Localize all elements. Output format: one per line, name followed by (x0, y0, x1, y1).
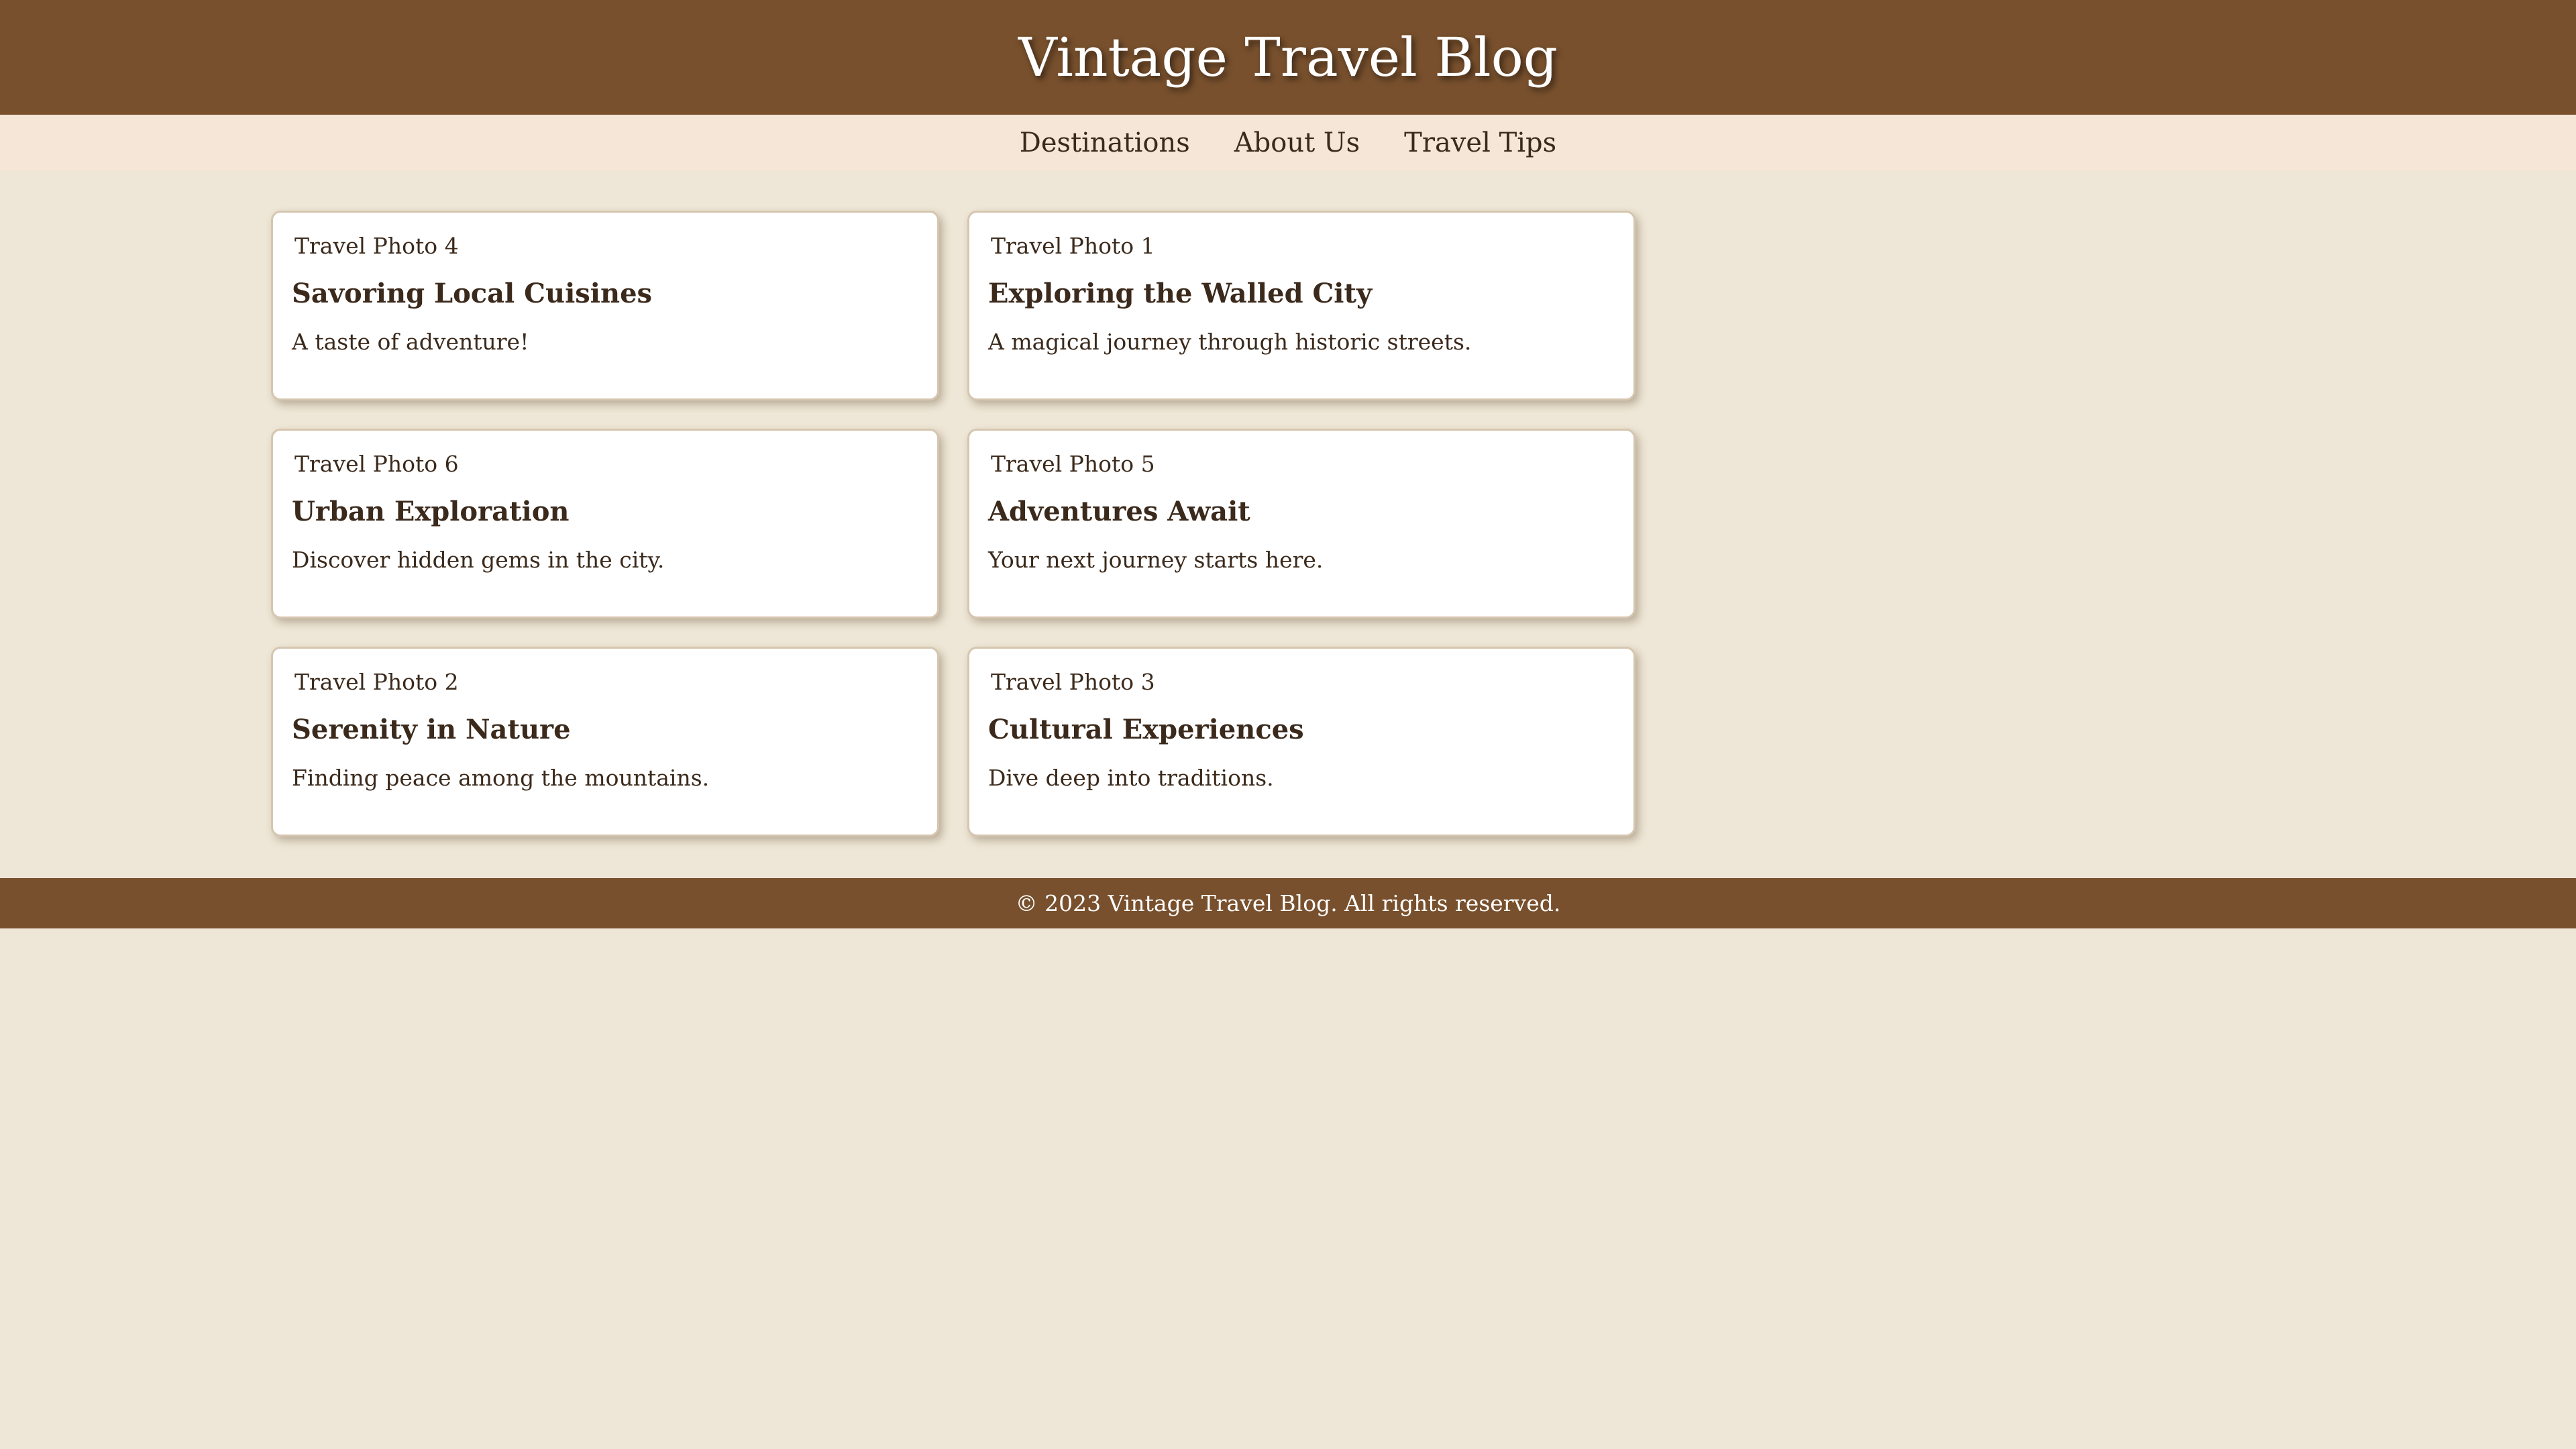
broken-image-icon (292, 453, 294, 474)
post-title[interactable]: Urban Exploration (292, 496, 918, 527)
nav-link-travel-tips[interactable]: Travel Tips (1404, 127, 1556, 158)
broken-image-icon (988, 672, 990, 692)
main-nav: Destinations About Us Travel Tips (0, 115, 2576, 171)
post-image: Travel Photo 4 (292, 231, 918, 260)
post-image: Travel Photo 5 (988, 449, 1615, 478)
copyright-text: © 2023 Vintage Travel Blog. All rights r… (1015, 890, 1561, 916)
post-title[interactable]: Adventures Await (988, 496, 1615, 527)
post-image-alt: Travel Photo 4 (294, 232, 459, 259)
post-title[interactable]: Cultural Experiences (988, 714, 1615, 745)
post-card[interactable]: Travel Photo 5 Adventures Await Your nex… (967, 429, 1635, 619)
post-description: Dive deep into traditions. (988, 765, 1274, 791)
nav-link-about-us[interactable]: About Us (1234, 127, 1360, 158)
post-image-alt: Travel Photo 6 (294, 450, 459, 477)
post-image: Travel Photo 2 (292, 667, 918, 696)
post-description: Your next journey starts here. (988, 547, 1324, 573)
post-image: Travel Photo 3 (988, 667, 1615, 696)
site-title: Vintage Travel Blog (1018, 26, 1558, 89)
post-description: A magical journey through historic stree… (988, 329, 1472, 355)
post-card[interactable]: Travel Photo 4 Savoring Local Cuisines A… (271, 211, 939, 400)
post-image: Travel Photo 6 (292, 449, 918, 478)
post-title[interactable]: Savoring Local Cuisines (292, 278, 918, 309)
broken-image-icon (292, 235, 294, 256)
post-card[interactable]: Travel Photo 3 Cultural Experiences Dive… (967, 647, 1635, 837)
post-grid: Travel Photo 4 Savoring Local Cuisines A… (271, 211, 1638, 837)
site-header: Vintage Travel Blog (0, 0, 2576, 115)
post-image-alt: Travel Photo 3 (991, 668, 1155, 695)
post-image-alt: Travel Photo 5 (991, 450, 1155, 477)
post-card[interactable]: Travel Photo 1 Exploring the Walled City… (967, 211, 1635, 400)
post-image-alt: Travel Photo 1 (991, 232, 1155, 259)
post-description: A taste of adventure! (292, 329, 529, 355)
site-footer: © 2023 Vintage Travel Blog. All rights r… (0, 878, 2576, 928)
post-description: Finding peace among the mountains. (292, 765, 710, 791)
nav-link-destinations[interactable]: Destinations (1020, 127, 1190, 158)
post-title[interactable]: Serenity in Nature (292, 714, 918, 745)
post-description: Discover hidden gems in the city. (292, 547, 665, 573)
broken-image-icon (988, 235, 990, 256)
post-card[interactable]: Travel Photo 6 Urban Exploration Discove… (271, 429, 939, 619)
post-image-alt: Travel Photo 2 (294, 668, 459, 695)
broken-image-icon (988, 453, 990, 474)
post-card[interactable]: Travel Photo 2 Serenity in Nature Findin… (271, 647, 939, 837)
post-title[interactable]: Exploring the Walled City (988, 278, 1615, 309)
post-image: Travel Photo 1 (988, 231, 1615, 260)
broken-image-icon (292, 672, 294, 692)
